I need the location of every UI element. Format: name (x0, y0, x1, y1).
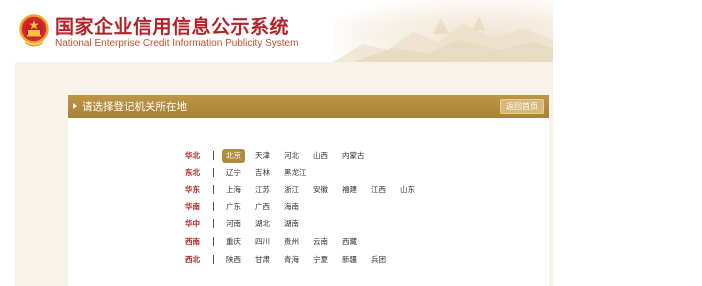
region-name: 西北 (185, 255, 200, 264)
province-link[interactable]: 甘肃 (251, 253, 274, 267)
province-link[interactable]: 贵州 (280, 235, 303, 249)
province-link[interactable]: 北京 (222, 149, 245, 163)
region-separator (213, 219, 214, 228)
region-separator (213, 151, 214, 160)
province-list: 广东 广西 海南 (222, 200, 309, 214)
province-link[interactable]: 云南 (309, 235, 332, 249)
province-list: 河南 湖北 湖南 (222, 217, 309, 231)
province-link[interactable]: 江西 (367, 183, 390, 197)
region-name: 华北 (185, 151, 200, 160)
panel-title: 请选择登记机关所在地 (82, 101, 187, 113)
province-link[interactable]: 陕西 (222, 253, 245, 267)
province-link[interactable]: 内蒙古 (338, 149, 369, 163)
province-link[interactable]: 青海 (280, 253, 303, 267)
region-name: 华东 (185, 185, 200, 194)
region-name: 华南 (185, 202, 200, 211)
region-separator (213, 255, 214, 264)
region-name: 东北 (185, 168, 200, 177)
site-title: 国家企业信用信息公示系统 (55, 16, 290, 38)
province-link[interactable]: 辽宁 (222, 166, 245, 180)
national-emblem-icon (18, 14, 50, 48)
province-link[interactable]: 四川 (251, 235, 274, 249)
province-link[interactable]: 海南 (280, 200, 303, 214)
region-separator (213, 168, 214, 177)
region-separator (213, 237, 214, 246)
province-list: 重庆 四川 贵州 云南 西藏 (222, 235, 367, 249)
province-link[interactable]: 河北 (280, 149, 303, 163)
region-name: 华中 (185, 219, 200, 228)
province-link[interactable]: 河南 (222, 217, 245, 231)
province-link[interactable]: 宁夏 (309, 253, 332, 267)
panel-title-bar: 请选择登记机关所在地 返回首页 (68, 95, 549, 118)
province-link[interactable]: 浙江 (280, 183, 303, 197)
province-link[interactable]: 新疆 (338, 253, 361, 267)
province-link[interactable]: 山西 (309, 149, 332, 163)
province-link[interactable]: 广西 (251, 200, 274, 214)
province-link[interactable]: 重庆 (222, 235, 245, 249)
site-subtitle: National Enterprise Credit Information P… (55, 38, 299, 49)
header-landscape-image (333, 0, 553, 62)
province-link[interactable]: 山东 (396, 183, 419, 197)
province-link[interactable]: 广东 (222, 200, 245, 214)
province-link[interactable]: 西藏 (338, 235, 361, 249)
page: 国家企业信用信息公示系统 National Enterprise Credit … (0, 0, 702, 286)
province-link[interactable]: 黑龙江 (280, 166, 311, 180)
site-header: 国家企业信用信息公示系统 National Enterprise Credit … (15, 0, 553, 62)
province-link[interactable]: 湖南 (280, 217, 303, 231)
arrow-right-icon (73, 103, 77, 109)
province-link[interactable]: 安徽 (309, 183, 332, 197)
province-list: 上海 江苏 浙江 安徽 福建 江西 山东 (222, 183, 425, 197)
province-list: 北京 天津 河北 山西 内蒙古 (222, 149, 375, 163)
province-link[interactable]: 湖北 (251, 217, 274, 231)
back-to-home-button[interactable]: 返回首页 (500, 99, 544, 114)
province-list: 辽宁 吉林 黑龙江 (222, 166, 317, 180)
province-list: 陕西 甘肃 青海 宁夏 新疆 兵团 (222, 253, 396, 267)
province-link[interactable]: 天津 (251, 149, 274, 163)
region-separator (213, 202, 214, 211)
region-name: 西南 (185, 237, 200, 246)
province-link[interactable]: 兵团 (367, 253, 390, 267)
region-separator (213, 185, 214, 194)
province-link[interactable]: 福建 (338, 183, 361, 197)
province-link[interactable]: 江苏 (251, 183, 274, 197)
province-link[interactable]: 上海 (222, 183, 245, 197)
province-link[interactable]: 吉林 (251, 166, 274, 180)
